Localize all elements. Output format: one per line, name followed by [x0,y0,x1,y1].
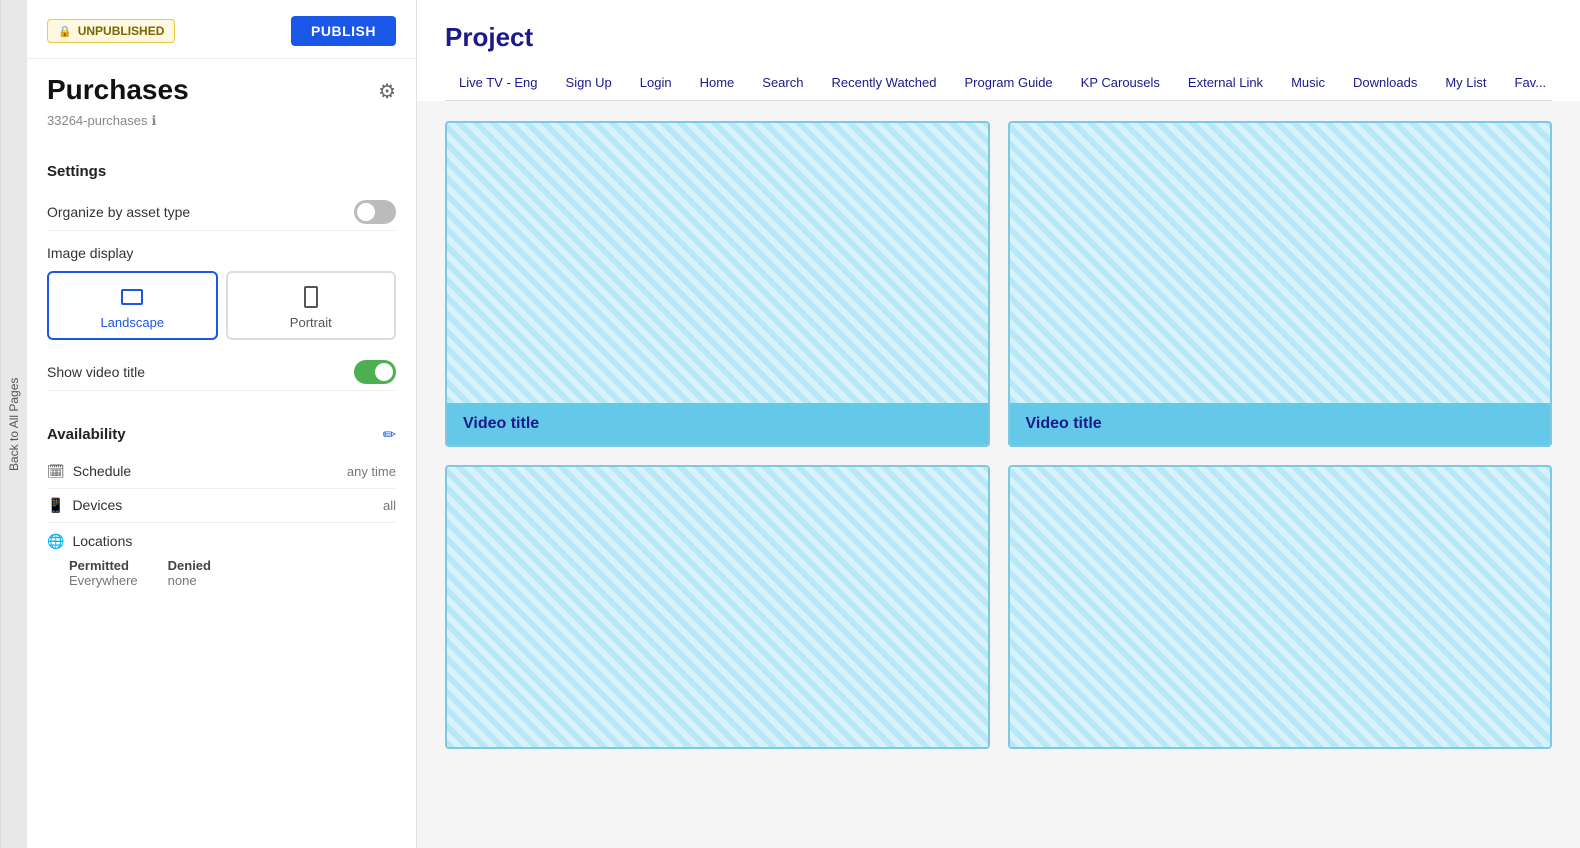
left-panel: 🔒 UNPUBLISHED PUBLISH Purchases ⚙ 33264-… [27,0,417,848]
top-bar: 🔒 UNPUBLISHED PUBLISH [27,0,416,59]
nav-tab-my-list[interactable]: My List [1431,67,1500,100]
project-title: Project [445,22,1552,53]
image-display-label: Image display [47,245,396,261]
availability-header: Availability ✏ [47,425,396,445]
schedule-label: Schedule [73,463,131,479]
back-to-all-pages-tab[interactable]: Back to All Pages [0,0,27,848]
portrait-icon [299,285,323,309]
publish-button[interactable]: PUBLISH [291,16,396,46]
permitted-label: Permitted [69,558,138,573]
page-title: Purchases [47,73,189,107]
settings-section: Settings Organize by asset type Image di… [27,145,416,391]
nav-tab-live-tv---eng[interactable]: Live TV - Eng [445,67,552,100]
gear-icon[interactable]: ⚙ [378,79,396,104]
nav-tab-recently-watched[interactable]: Recently Watched [817,67,950,100]
organize-label: Organize by asset type [47,204,190,220]
nav-tab-downloads[interactable]: Downloads [1339,67,1431,100]
devices-row: 📱 Devices all [47,489,396,523]
show-video-title-row: Show video title [47,354,396,391]
nav-tab-music[interactable]: Music [1277,67,1339,100]
nav-tab-sign-up[interactable]: Sign Up [552,67,626,100]
video-title-bar: Video title [447,403,988,445]
devices-value: all [383,498,396,513]
denied-label: Denied [168,558,211,573]
organize-toggle[interactable] [354,200,396,224]
video-thumbnail [447,467,988,747]
permitted-block: Permitted Everywhere [69,558,138,588]
devices-icon: 📱 [47,497,64,514]
unpublished-badge: 🔒 UNPUBLISHED [47,19,175,43]
organize-slider [354,200,396,224]
show-video-title-toggle[interactable] [354,360,396,384]
schedule-value: any time [347,464,396,479]
panel-header: Purchases ⚙ [27,59,416,111]
availability-section: Availability ✏ 🗓 Schedule any time 📱 Dev… [27,407,416,588]
availability-title: Availability [47,426,126,443]
video-card[interactable] [1008,465,1553,749]
portrait-button[interactable]: Portrait [226,271,397,340]
content-area: Video title Video title [417,101,1580,848]
denied-value: none [168,573,211,588]
main-area: Project Live TV - EngSign UpLoginHomeSea… [417,0,1580,848]
status-text: UNPUBLISHED [78,24,165,38]
landscape-icon [120,285,144,309]
page-id-text: 33264-purchases [47,113,147,128]
edit-availability-icon[interactable]: ✏ [383,425,396,445]
back-tab-label: Back to All Pages [7,377,21,470]
locations-sub: Permitted Everywhere Denied none [47,558,396,588]
show-video-title-slider [354,360,396,384]
video-card[interactable]: Video title [1008,121,1553,447]
project-header: Project Live TV - EngSign UpLoginHomeSea… [417,0,1580,101]
nav-tab-login[interactable]: Login [626,67,686,100]
locations-label: Locations [72,533,132,549]
image-display-section: Image display Landscape Portrait [47,245,396,340]
video-thumbnail [1010,467,1551,747]
landscape-button[interactable]: Landscape [47,271,218,340]
calendar-icon: 🗓 [47,463,65,480]
info-icon: ℹ [151,113,156,129]
video-title-bar: Video title [1010,403,1551,445]
denied-block: Denied none [168,558,211,588]
permitted-value: Everywhere [69,573,138,588]
show-video-title-label: Show video title [47,364,145,380]
devices-label: Devices [72,497,122,513]
landscape-label: Landscape [100,315,164,330]
nav-tab-external-link[interactable]: External Link [1174,67,1277,100]
globe-icon: 🌐 [47,533,64,550]
locations-block: 🌐 Locations Permitted Everywhere Denied … [47,523,396,588]
video-thumbnail [1010,123,1551,403]
nav-tab-search[interactable]: Search [748,67,817,100]
nav-tab-kp-carousels[interactable]: KP Carousels [1067,67,1174,100]
organize-by-asset-row: Organize by asset type [47,194,396,231]
schedule-row: 🗓 Schedule any time [47,455,396,489]
nav-tab-home[interactable]: Home [686,67,749,100]
portrait-label: Portrait [290,315,332,330]
page-id: 33264-purchases ℹ [27,111,416,145]
video-card[interactable]: Video title [445,121,990,447]
video-grid: Video title Video title [445,121,1552,749]
image-display-options: Landscape Portrait [47,271,396,340]
video-thumbnail [447,123,988,403]
nav-tab-fav[interactable]: Fav... [1501,67,1552,100]
nav-tab-program-guide[interactable]: Program Guide [951,67,1067,100]
video-card[interactable] [445,465,990,749]
nav-tabs: Live TV - EngSign UpLoginHomeSearchRecen… [445,67,1552,101]
settings-title: Settings [47,163,396,180]
lock-icon: 🔒 [58,25,72,38]
